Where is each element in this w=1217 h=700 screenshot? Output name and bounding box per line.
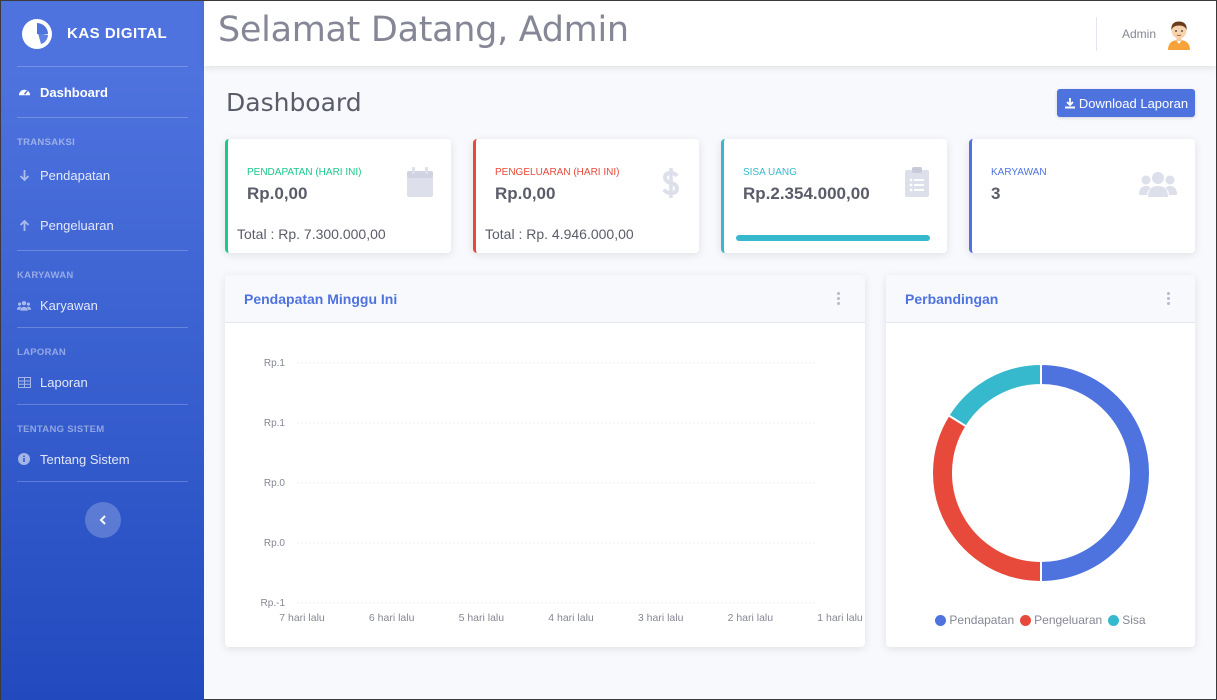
sidebar-heading-laporan: LAPORAN (17, 347, 67, 358)
stat-card-karyawan: KARYAWAN 3 (969, 139, 1195, 253)
x-tick-label: 3 hari lalu (638, 612, 684, 624)
more-vertical-icon[interactable] (1167, 292, 1171, 307)
brand-name: KAS DIGITAL (67, 25, 168, 42)
topbar: Selamat Datang, Admin Admin (204, 1, 1216, 66)
sidebar-item-label: Karyawan (40, 297, 98, 313)
sidebar-item-laporan[interactable]: Laporan (1, 360, 204, 404)
x-tick-label: 4 hari lalu (548, 612, 594, 624)
stat-total: Total : Rp. 7.300.000,00 (237, 226, 386, 242)
sidebar-item-pendapatan[interactable]: Pendapatan (1, 150, 204, 200)
calendar-icon (407, 167, 433, 197)
sidebar-item-label: Tentang Sistem (40, 451, 130, 467)
legend-label: Pengeluaran (1034, 613, 1103, 627)
page-title: Dashboard (226, 88, 362, 117)
x-tick-label: 5 hari lalu (459, 612, 505, 624)
x-tick-label: 2 hari lalu (728, 612, 774, 624)
y-tick-label: Rp.0 (264, 478, 286, 489)
legend-item-pengeluaran[interactable]: Pengeluaran (1020, 613, 1102, 627)
download-report-label: Download Laporan (1078, 95, 1189, 111)
stat-card-pengeluaran: PENGELUARAN (HARI INI) Rp.0,00 Total : R… (473, 139, 699, 253)
sidebar: KAS DIGITAL Dashboard TRANSAKSI Pendapat… (1, 1, 204, 700)
donut-slice-sisa[interactable] (947, 362, 1042, 428)
sidebar-item-pengeluaran[interactable]: Pengeluaran (1, 200, 204, 250)
sidebar-item-label: Laporan (40, 374, 88, 390)
user-name[interactable]: Admin (1122, 27, 1156, 41)
y-tick-label: Rp.1 (264, 418, 286, 429)
clipboard-list-icon (905, 167, 929, 197)
sidebar-toggle-button[interactable] (85, 502, 121, 538)
legend-item-sisa[interactable]: Sisa (1108, 613, 1146, 627)
sidebar-item-karyawan[interactable]: Karyawan (1, 283, 204, 327)
y-tick-label: Rp.0 (264, 538, 286, 549)
donut-slice-pendapatan[interactable] (1040, 362, 1151, 584)
stat-total: Total : Rp. 4.946.000,00 (485, 226, 634, 242)
chart-legend: Pendapatan Pengeluaran Sisa (886, 613, 1195, 627)
legend-label: Sisa (1122, 613, 1146, 627)
users-icon (1139, 172, 1177, 197)
download-icon (1064, 98, 1075, 109)
line-chart: Rp.1 Rp.1 Rp.0 Rp.0 Rp.-1 7 hari lalu 6 hari l… (261, 358, 863, 624)
avatar[interactable] (1165, 18, 1193, 50)
stat-value: 3 (991, 184, 1001, 203)
legend-swatch (1108, 614, 1120, 626)
stat-label: SISA UANG (743, 167, 797, 178)
x-tick-label: 7 hari lalu (279, 612, 325, 624)
sidebar-heading-transaksi: TRANSAKSI (17, 137, 76, 148)
stat-value: Rp.2.354.000,00 (743, 184, 870, 203)
x-tick-label: 1 hari lalu (817, 612, 863, 624)
sidebar-item-label: Pendapatan (40, 167, 111, 183)
welcome-heading: Selamat Datang, Admin (218, 10, 629, 50)
stat-value: Rp.0,00 (495, 184, 556, 203)
sidebar-item-dashboard[interactable]: Dashboard (1, 67, 204, 117)
progress-bar (736, 235, 930, 241)
x-tick-label: 6 hari lalu (369, 612, 415, 624)
stat-label: KARYAWAN (991, 167, 1047, 178)
table-icon (17, 375, 31, 389)
chart-card-header: Perbandingan (886, 275, 1195, 323)
sidebar-item-tentang-sistem[interactable]: Tentang Sistem (1, 437, 204, 481)
y-tick-label: Rp.1 (264, 358, 286, 369)
sidebar-item-label: Dashboard (40, 84, 108, 100)
y-tick-label: Rp.-1 (261, 598, 286, 609)
stat-card-pendapatan: PENDAPATAN (HARI INI) Rp.0,00 Total : Rp… (225, 139, 451, 253)
donut-slice-pengeluaran[interactable] (931, 413, 1042, 584)
more-vertical-icon[interactable] (837, 292, 841, 307)
stat-label: PENGELUARAN (HARI INI) (495, 167, 620, 178)
sidebar-item-label: Pengeluaran (40, 217, 114, 233)
chart-title: Perbandingan (905, 291, 999, 307)
donut-chart (931, 362, 1151, 584)
chart-pie-logo-icon (22, 18, 52, 49)
sidebar-heading-karyawan: KARYAWAN (17, 270, 74, 281)
arrow-up-icon (17, 218, 31, 232)
arrow-down-icon (17, 168, 31, 182)
dollar-icon (662, 168, 680, 198)
info-icon (17, 452, 31, 466)
stat-card-sisa-uang: SISA UANG Rp.2.354.000,00 (721, 139, 947, 253)
stat-value: Rp.0,00 (247, 184, 308, 203)
sidebar-heading-tentang-sistem: TENTANG SISTEM (17, 424, 105, 435)
brand[interactable]: KAS DIGITAL (1, 1, 204, 66)
stat-label: PENDAPATAN (HARI INI) (247, 167, 362, 178)
legend-swatch (935, 614, 947, 626)
legend-swatch (1020, 614, 1032, 626)
legend-item-pendapatan[interactable]: Pendapatan (935, 613, 1014, 627)
topbar-divider (1096, 17, 1097, 51)
chart-title: Pendapatan Minggu Ini (244, 291, 398, 307)
tachometer-icon (17, 85, 31, 99)
legend-label: Pendapatan (949, 613, 1015, 627)
comparison-chart-card: Perbandingan Pendapatan Pengeluaran Sisa (886, 275, 1195, 647)
users-icon (17, 298, 31, 312)
chevron-left-icon (99, 515, 106, 525)
chart-card-header: Pendapatan Minggu Ini (225, 275, 865, 323)
sidebar-divider (17, 481, 188, 482)
weekly-income-chart-card: Pendapatan Minggu Ini Rp.1 Rp.1 Rp.0 Rp.0 Rp… (225, 275, 865, 647)
download-report-button[interactable]: Download Laporan (1057, 89, 1195, 117)
